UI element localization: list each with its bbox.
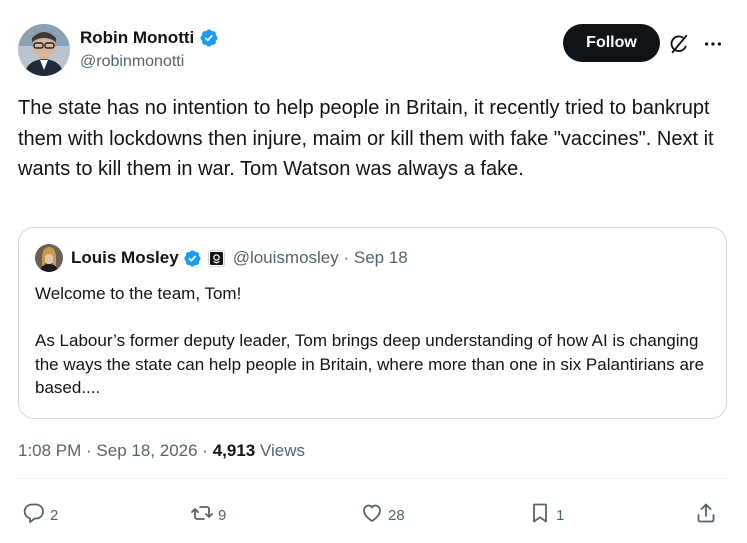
repost-count: 9 (218, 506, 227, 524)
quoted-author-handle: @louismosley · Sep 18 (232, 248, 408, 267)
quoted-tweet-text: Welcome to the team, Tom! As Labour’s fo… (35, 282, 725, 400)
quoted-text-line-1: Welcome to the team, Tom! (35, 284, 242, 303)
author-handle[interactable]: @robinmonotti (80, 53, 219, 71)
reply-count: 2 (50, 506, 59, 524)
meta-separator: · (197, 441, 213, 460)
grok-icon[interactable] (668, 33, 690, 55)
more-options-icon[interactable] (702, 33, 724, 55)
repost-icon (190, 501, 214, 529)
heart-icon (360, 501, 384, 529)
follow-button[interactable]: Follow (563, 24, 660, 62)
bookmark-icon (528, 501, 552, 529)
quoted-tweet-header: Louis Mosley @louismosley · Sep 18 (35, 244, 408, 272)
quoted-text-line-2: As Labour’s former deputy leader, Tom br… (35, 331, 705, 397)
repost-button[interactable]: 9 (190, 498, 226, 532)
author-avatar[interactable] (18, 24, 70, 76)
views-label-text: Views (259, 441, 306, 460)
tweet-header: Robin Monotti @robinmonotti Follow (18, 22, 729, 78)
action-bar: 2 9 28 1 (18, 498, 729, 532)
bookmark-count: 1 (556, 506, 565, 524)
share-icon (694, 501, 718, 529)
tweet-date[interactable]: Sep 18, 2026 (96, 441, 197, 461)
divider (18, 478, 729, 479)
bookmark-button[interactable]: 1 (528, 498, 564, 532)
tweet-time[interactable]: 1:08 PM (18, 441, 81, 461)
author-block: Robin Monotti @robinmonotti (80, 26, 219, 71)
like-button[interactable]: 28 (360, 498, 405, 532)
quoted-tweet[interactable]: Louis Mosley @louismosley · Sep 18 Welco… (18, 227, 727, 419)
like-count: 28 (388, 506, 405, 524)
views-label: Views (255, 441, 305, 461)
tweet-meta: 1:08 PM · Sep 18, 2026 · 4,913 Views (18, 441, 305, 461)
reply-button[interactable]: 2 (22, 498, 58, 532)
quoted-author-name[interactable]: Louis Mosley (71, 248, 179, 268)
meta-separator: · (81, 441, 97, 460)
reply-icon (22, 501, 46, 529)
author-name[interactable]: Robin Monotti (80, 28, 194, 48)
verified-badge-icon (183, 249, 202, 268)
verified-badge-icon (199, 28, 219, 48)
quoted-date[interactable]: Sep 18 (354, 248, 408, 267)
views-count: 4,913 (212, 441, 256, 460)
share-button[interactable] (694, 498, 718, 532)
quoted-handle-text[interactable]: @louismosley (233, 248, 339, 267)
tweet-text: The state has no intention to help peopl… (18, 97, 714, 180)
affiliate-badge-icon[interactable] (207, 249, 225, 267)
quoted-author-avatar[interactable] (35, 244, 63, 272)
